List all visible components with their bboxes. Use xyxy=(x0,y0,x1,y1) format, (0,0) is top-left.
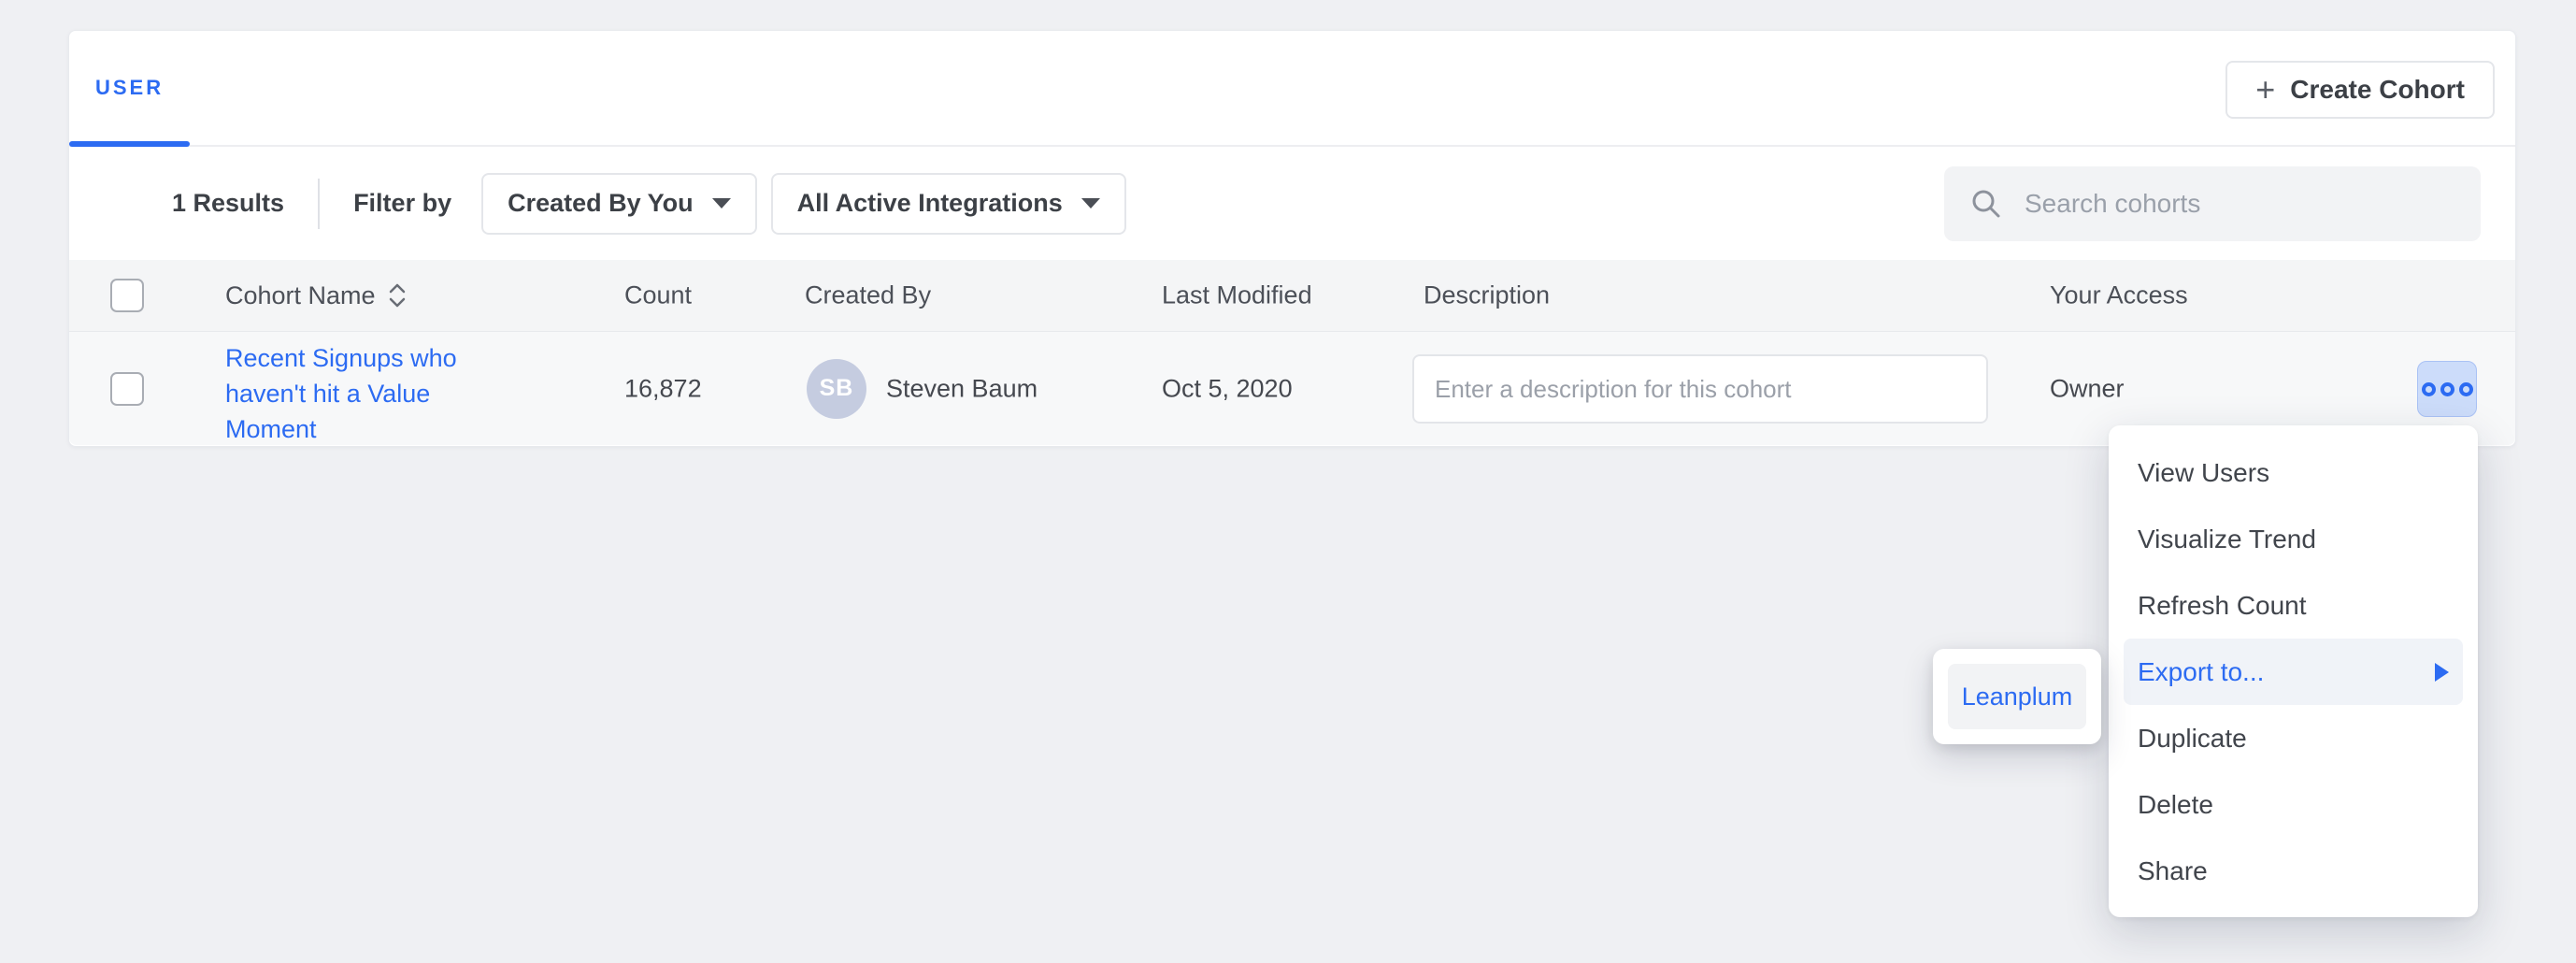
menu-item-duplicate[interactable]: Duplicate xyxy=(2124,705,2463,771)
search-icon xyxy=(1968,186,2004,222)
menu-item-refresh-count[interactable]: Refresh Count xyxy=(2124,572,2463,639)
cohort-name-link[interactable]: Recent Signups who haven't hit a Value M… xyxy=(225,340,468,447)
search-box[interactable] xyxy=(1944,166,2481,241)
more-actions-button[interactable] xyxy=(2417,361,2477,417)
menu-item-view-users[interactable]: View Users xyxy=(2124,439,2463,506)
submenu-item-leanplum[interactable]: Leanplum xyxy=(1948,664,2086,729)
avatar: SB xyxy=(807,359,866,419)
divider xyxy=(318,179,320,229)
tab-user[interactable]: USER xyxy=(69,31,190,145)
header-created-by: Created By xyxy=(805,281,931,310)
cohorts-panel: USER + Create Cohort 1 Results Filter by… xyxy=(68,30,2516,447)
table-header-row: Cohort Name Count Created By Last Modifi… xyxy=(69,260,2515,332)
header-description: Description xyxy=(1424,281,1550,310)
header-your-access: Your Access xyxy=(2050,281,2188,310)
context-menu: View Users Visualize Trend Refresh Count… xyxy=(2109,425,2478,917)
menu-item-visualize-trend[interactable]: Visualize Trend xyxy=(2124,506,2463,572)
header-cohort-name[interactable]: Cohort Name xyxy=(225,280,408,310)
count-cell: 16,872 xyxy=(624,374,702,403)
chevron-down-icon xyxy=(1081,198,1100,208)
select-all-checkbox[interactable] xyxy=(110,279,144,312)
more-dot-icon xyxy=(2459,382,2473,396)
chevron-down-icon xyxy=(712,198,731,208)
plus-icon: + xyxy=(2255,73,2275,107)
header-count: Count xyxy=(624,281,692,310)
submenu-arrow-icon xyxy=(2435,663,2449,682)
integrations-dropdown-label: All Active Integrations xyxy=(797,189,1063,218)
menu-item-export-to-label: Export to... xyxy=(2138,657,2264,687)
last-modified-cell: Oct 5, 2020 xyxy=(1162,374,1293,403)
create-cohort-button[interactable]: + Create Cohort xyxy=(2225,61,2495,119)
results-count: 1 Results xyxy=(172,189,284,218)
export-submenu: Leanplum xyxy=(1933,649,2101,744)
tab-user-label: USER xyxy=(95,76,164,100)
create-cohort-label: Create Cohort xyxy=(2290,75,2465,105)
header-cohort-name-label: Cohort Name xyxy=(225,281,376,310)
created-by-dropdown-label: Created By You xyxy=(508,189,694,218)
filter-by-label: Filter by xyxy=(353,189,451,218)
menu-item-delete[interactable]: Delete xyxy=(2124,771,2463,838)
integrations-dropdown[interactable]: All Active Integrations xyxy=(771,173,1126,235)
menu-item-export-to[interactable]: Export to... xyxy=(2124,639,2463,705)
header-last-modified: Last Modified xyxy=(1162,281,1312,310)
row-checkbox[interactable] xyxy=(110,372,144,406)
filter-bar: 1 Results Filter by Created By You All A… xyxy=(69,147,2515,260)
more-dot-icon xyxy=(2440,382,2454,396)
description-input[interactable] xyxy=(1412,354,1988,424)
search-input[interactable] xyxy=(2025,189,2456,219)
access-cell: Owner xyxy=(2050,374,2125,403)
creator-name: Steven Baum xyxy=(886,374,1038,403)
tab-bar: USER + Create Cohort xyxy=(69,31,2515,147)
created-by-dropdown[interactable]: Created By You xyxy=(481,173,757,235)
sort-icon[interactable] xyxy=(387,280,408,310)
more-dot-icon xyxy=(2422,382,2436,396)
menu-item-share[interactable]: Share xyxy=(2124,838,2463,904)
